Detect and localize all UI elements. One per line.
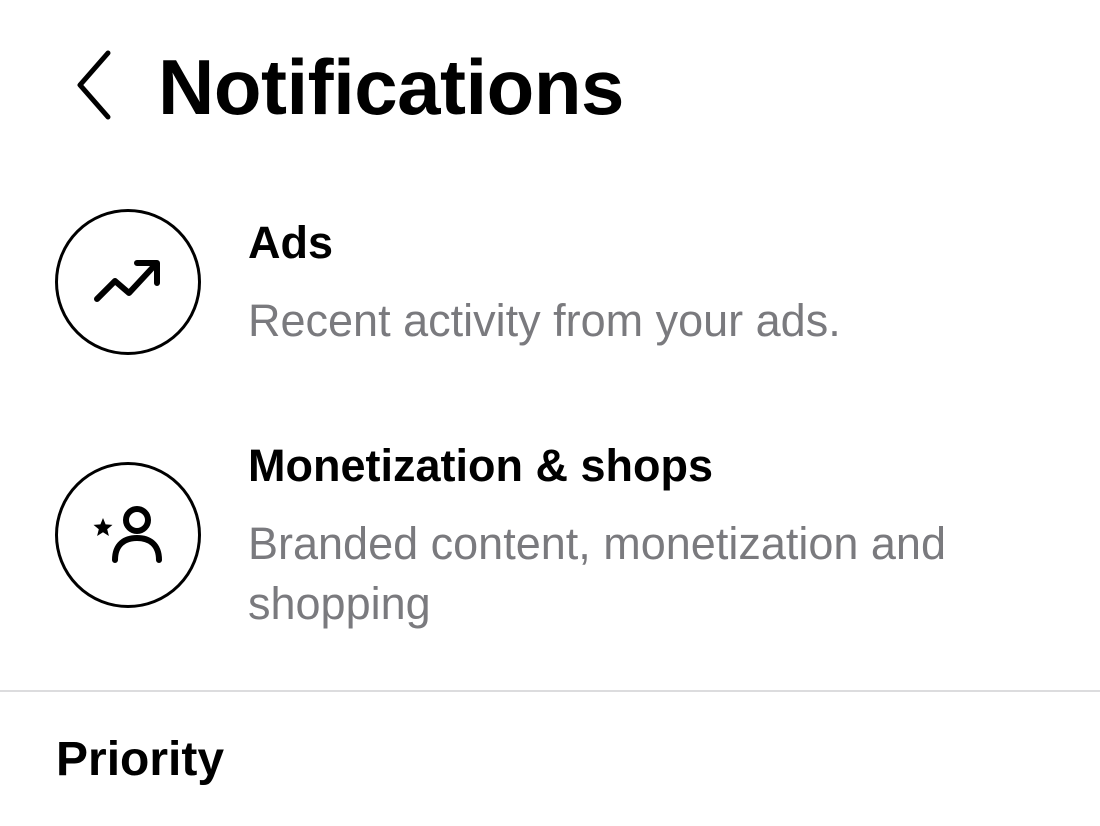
star-person-icon bbox=[93, 506, 162, 563]
ads-title: Ads bbox=[248, 217, 334, 268]
back-button[interactable] bbox=[60, 40, 130, 130]
chevron-left-icon bbox=[77, 50, 111, 120]
monetization-icon-container bbox=[55, 462, 201, 608]
page-title: Notifications bbox=[158, 43, 624, 131]
list-item-ads[interactable]: Ads Recent activity from your ads. bbox=[0, 195, 1100, 385]
ads-icon-container bbox=[55, 209, 201, 355]
monetization-title: Monetization & shops bbox=[248, 440, 713, 491]
header: Notifications bbox=[0, 0, 1100, 175]
monetization-description: Branded content, monetization and shoppi… bbox=[248, 518, 946, 629]
divider bbox=[0, 690, 1100, 692]
trending-up-icon bbox=[94, 260, 160, 302]
list-item-monetization[interactable]: Monetization & shops Branded content, mo… bbox=[0, 430, 1100, 650]
priority-section-title: Priority bbox=[56, 733, 225, 786]
ads-description: Recent activity from your ads. bbox=[248, 295, 841, 346]
